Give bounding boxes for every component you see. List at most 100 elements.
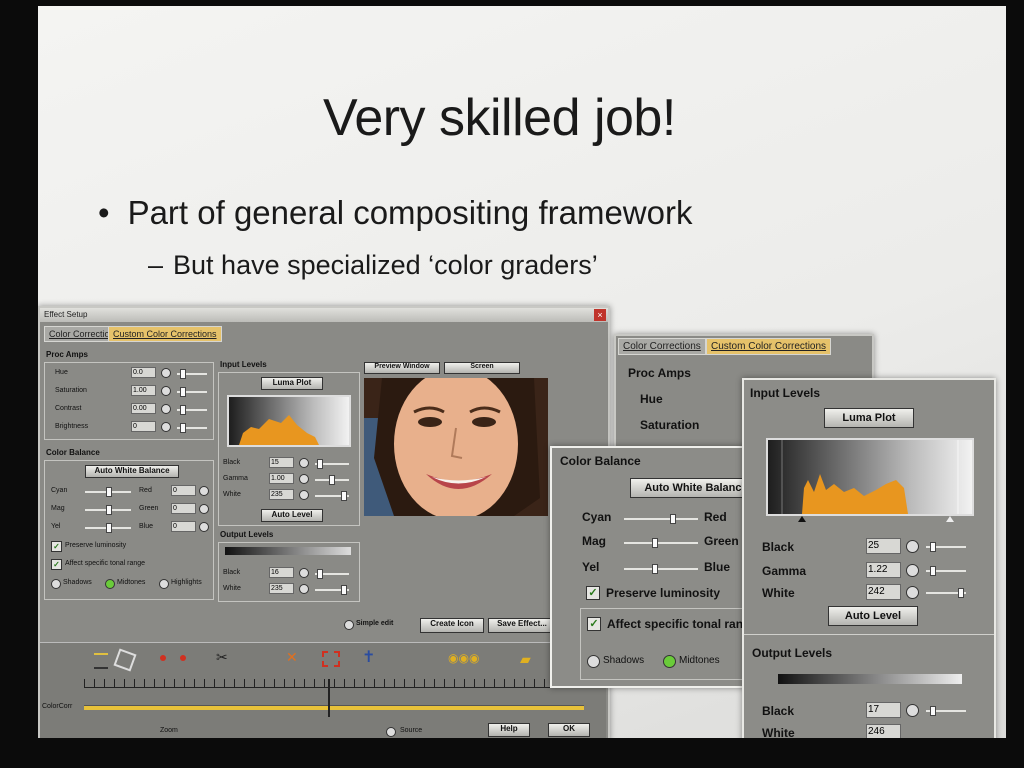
input-gamma-field[interactable]: 1.00 — [269, 473, 294, 484]
slider-thumb[interactable] — [329, 475, 335, 485]
slider-thumb[interactable] — [341, 491, 347, 501]
slider-thumb[interactable] — [652, 538, 658, 548]
slider-thumb[interactable] — [670, 514, 676, 524]
pin-icon[interactable]: ✝ — [362, 647, 375, 667]
slider-thumb[interactable] — [930, 542, 936, 552]
brightness-field[interactable]: 0 — [131, 421, 156, 432]
slider-thumb[interactable] — [317, 459, 323, 469]
zoom-output-black-radio[interactable] — [906, 704, 919, 717]
ok-button[interactable]: OK — [548, 723, 590, 737]
luma-plot-button[interactable]: Luma Plot — [261, 377, 323, 390]
zoom-input-black-radio[interactable] — [906, 540, 919, 553]
playhead[interactable] — [328, 679, 330, 717]
zoom-input-gamma-field[interactable]: 1.22 — [866, 562, 901, 578]
slider-thumb[interactable] — [341, 585, 347, 595]
input-gamma-slider[interactable] — [315, 475, 349, 485]
zoom-output-white-field[interactable]: 246 — [866, 724, 901, 738]
slider-thumb[interactable] — [180, 423, 186, 433]
zoom-input-black-field[interactable]: 25 — [866, 538, 901, 554]
saturation-radio[interactable] — [161, 386, 171, 396]
input-white-radio[interactable] — [299, 490, 309, 500]
effect-setup-titlebar[interactable]: Effect Setup × — [40, 308, 608, 322]
play-controls-icon[interactable]: ◉◉◉ — [448, 651, 479, 665]
brightness-radio[interactable] — [161, 422, 171, 432]
input-white-slider[interactable] — [315, 491, 349, 501]
mag-green-field[interactable]: 0 — [171, 503, 196, 514]
hue-field[interactable]: 0.0 — [131, 367, 156, 378]
midtones-radio[interactable] — [105, 579, 115, 589]
zoom-input-white-slider[interactable] — [926, 588, 966, 598]
zoom-input-white-radio[interactable] — [906, 586, 919, 599]
shadows-radio[interactable] — [51, 579, 61, 589]
record-icon[interactable] — [160, 655, 166, 661]
output-black-slider[interactable] — [315, 569, 349, 579]
slider-thumb[interactable] — [106, 523, 112, 533]
crop-icon[interactable] — [322, 651, 340, 667]
zoom-tab-custom-color-corrections[interactable]: Custom Color Corrections — [706, 338, 832, 355]
cyan-red-field[interactable]: 0 — [171, 485, 196, 496]
brightness-slider[interactable] — [177, 423, 207, 433]
saturation-field[interactable]: 1.00 — [131, 385, 156, 396]
marker-icon[interactable]: ✕ — [286, 649, 298, 666]
zoom-midtones-radio[interactable] — [663, 655, 676, 668]
zoom-input-gamma-slider[interactable] — [926, 566, 966, 576]
zoom-input-gamma-radio[interactable] — [906, 564, 919, 577]
scissors-icon[interactable]: ✂ — [216, 649, 228, 666]
contrast-field[interactable]: 0.00 — [131, 403, 156, 414]
yel-blue-slider[interactable] — [85, 523, 131, 533]
screen-button[interactable]: Screen — [444, 362, 520, 374]
record-icon-2[interactable] — [180, 655, 186, 661]
zoom-luma-plot-button[interactable]: Luma Plot — [824, 408, 914, 428]
output-white-field[interactable]: 235 — [269, 583, 294, 594]
tab-custom-color-corrections[interactable]: Custom Color Corrections — [108, 326, 222, 342]
output-gradient-bar[interactable] — [225, 547, 351, 555]
slider-thumb[interactable] — [180, 387, 186, 397]
preview-window-button[interactable]: Preview Window — [364, 362, 440, 374]
output-white-slider[interactable] — [315, 585, 349, 595]
zoom-output-black-slider[interactable] — [926, 706, 966, 716]
zoom-affect-tonal-checkbox[interactable]: ✓ — [587, 617, 601, 631]
key-icon[interactable]: ▰ — [520, 651, 531, 668]
zoom-cyan-red-slider[interactable] — [624, 514, 698, 524]
zoom-yel-blue-slider[interactable] — [624, 564, 698, 574]
mag-green-slider[interactable] — [85, 505, 131, 515]
menu-icon[interactable] — [94, 653, 108, 669]
close-icon[interactable]: × — [594, 309, 606, 321]
slider-thumb[interactable] — [958, 588, 964, 598]
slider-thumb[interactable] — [180, 405, 186, 415]
zoom-tab-color-corrections[interactable]: Color Corrections — [618, 338, 706, 355]
slider-thumb[interactable] — [930, 706, 936, 716]
slider-thumb[interactable] — [652, 564, 658, 574]
preserve-luminosity-checkbox[interactable]: ✓ — [51, 541, 62, 552]
input-gamma-radio[interactable] — [299, 474, 309, 484]
slider-thumb[interactable] — [180, 369, 186, 379]
zoom-shadows-radio[interactable] — [587, 655, 600, 668]
simple-edit-radio[interactable] — [344, 620, 354, 630]
help-button[interactable]: Help — [488, 723, 530, 737]
slider-thumb[interactable] — [106, 487, 112, 497]
hue-radio[interactable] — [161, 368, 171, 378]
cyan-red-slider[interactable] — [85, 487, 131, 497]
hue-slider[interactable] — [177, 369, 207, 379]
save-effect-button[interactable]: Save Effect... — [488, 618, 556, 633]
yel-blue-radio[interactable] — [199, 522, 209, 532]
output-white-radio[interactable] — [299, 584, 309, 594]
input-white-field[interactable]: 235 — [269, 489, 294, 500]
auto-level-button[interactable]: Auto Level — [261, 509, 323, 522]
zoom-preserve-luminosity-checkbox[interactable]: ✓ — [586, 586, 600, 600]
zoom-input-black-slider[interactable] — [926, 542, 966, 552]
input-black-slider[interactable] — [315, 459, 349, 469]
slider-thumb[interactable] — [317, 569, 323, 579]
histogram-white-marker[interactable] — [946, 516, 954, 522]
yel-blue-field[interactable]: 0 — [171, 521, 196, 532]
cyan-red-radio[interactable] — [199, 486, 209, 496]
source-radio[interactable] — [386, 727, 396, 737]
slider-thumb[interactable] — [106, 505, 112, 515]
output-black-field[interactable]: 16 — [269, 567, 294, 578]
zoom-input-white-field[interactable]: 242 — [866, 584, 901, 600]
mag-green-radio[interactable] — [199, 504, 209, 514]
highlights-radio[interactable] — [159, 579, 169, 589]
histogram-black-marker[interactable] — [798, 516, 806, 522]
zoom-mag-green-slider[interactable] — [624, 538, 698, 548]
contrast-radio[interactable] — [161, 404, 171, 414]
